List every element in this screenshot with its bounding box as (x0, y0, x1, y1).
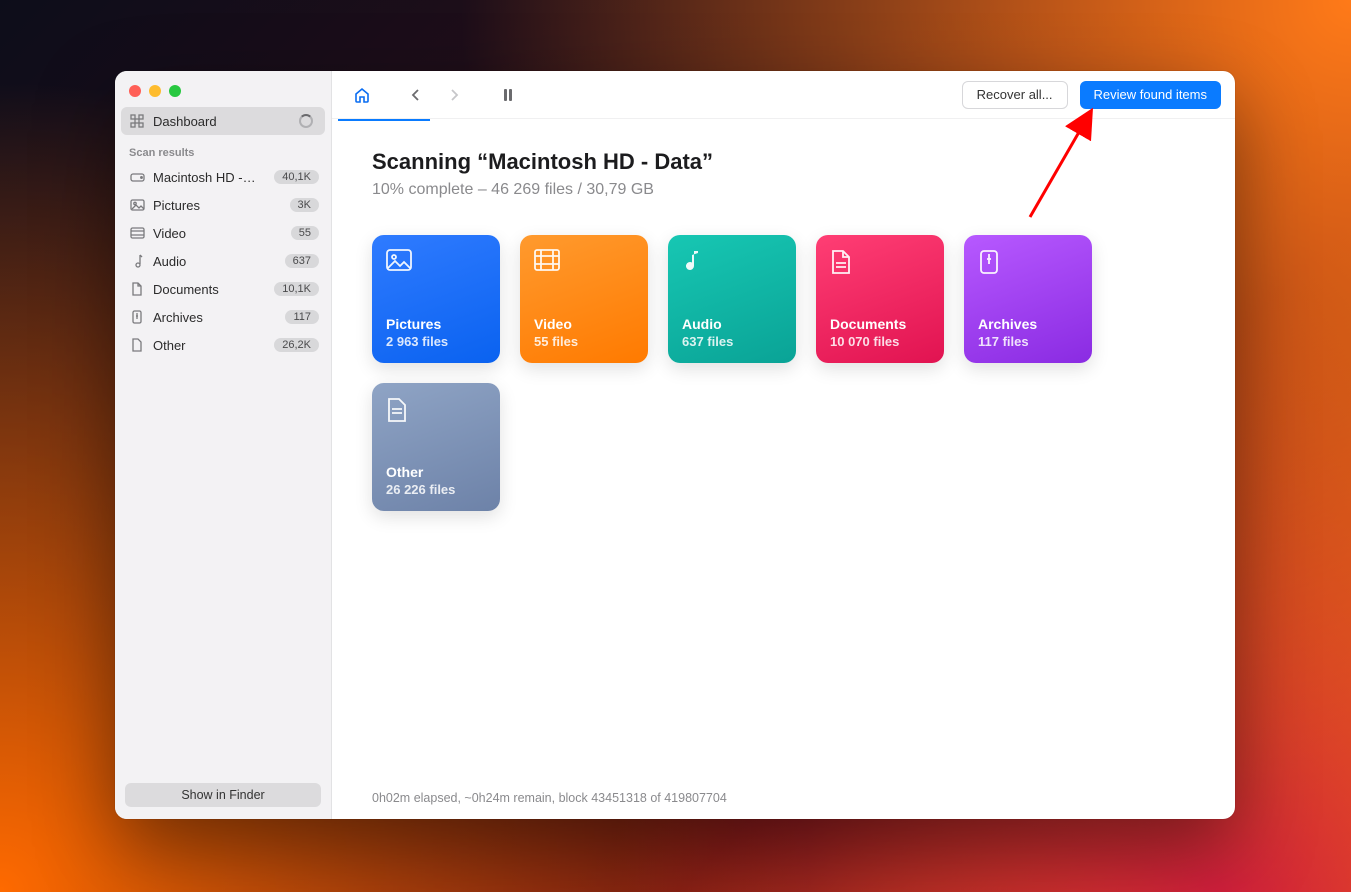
card-title: Video (534, 316, 634, 332)
count-badge: 55 (291, 226, 319, 240)
document-icon (830, 249, 856, 275)
music-note-icon (682, 249, 708, 275)
sidebar-item-label: Audio (153, 254, 277, 269)
sidebar: Dashboard Scan results Macintosh HD -… 4… (115, 71, 332, 819)
sidebar-item-label: Documents (153, 282, 266, 297)
fullscreen-window-button[interactable] (169, 85, 181, 97)
card-count: 2 963 files (386, 334, 486, 349)
count-badge: 637 (285, 254, 319, 268)
video-icon (129, 225, 145, 241)
music-note-icon (129, 253, 145, 269)
sidebar-item-label: Archives (153, 310, 277, 325)
sidebar-item-label: Pictures (153, 198, 282, 213)
card-archives[interactable]: Archives 117 files (964, 235, 1092, 363)
forward-button[interactable] (438, 81, 470, 109)
scan-title: Scanning “Macintosh HD - Data” (372, 149, 1235, 175)
card-pictures[interactable]: Pictures 2 963 files (372, 235, 500, 363)
category-cards: Pictures 2 963 files Video 55 files Audi… (372, 235, 1132, 511)
home-icon (353, 86, 371, 104)
film-icon (534, 249, 560, 275)
card-count: 10 070 files (830, 334, 930, 349)
scan-subtitle: 10% complete – 46 269 files / 30,79 GB (372, 181, 1235, 199)
sidebar-item-pictures[interactable]: Pictures 3K (115, 191, 331, 219)
card-title: Other (386, 464, 486, 480)
image-icon (386, 249, 412, 275)
file-icon (129, 337, 145, 353)
window-controls (115, 71, 331, 107)
count-badge: 117 (285, 310, 319, 324)
card-title: Documents (830, 316, 930, 332)
app-window: Dashboard Scan results Macintosh HD -… 4… (115, 71, 1235, 819)
count-badge: 10,1K (274, 282, 319, 296)
sidebar-item-archives[interactable]: Archives 117 (115, 303, 331, 331)
sidebar-item-audio[interactable]: Audio 637 (115, 247, 331, 275)
main-panel: Recover all... Review found items Scanni… (332, 71, 1235, 819)
count-badge: 3K (290, 198, 319, 212)
card-count: 637 files (682, 334, 782, 349)
sidebar-item-dashboard[interactable]: Dashboard (121, 107, 325, 135)
chevron-right-icon (447, 88, 461, 102)
card-video[interactable]: Video 55 files (520, 235, 648, 363)
review-found-items-button[interactable]: Review found items (1080, 81, 1221, 109)
sidebar-item-other[interactable]: Other 26,2K (115, 331, 331, 359)
sidebar-item-label: Video (153, 226, 283, 241)
chevron-left-icon (409, 88, 423, 102)
sidebar-item-label: Macintosh HD -… (153, 170, 266, 185)
archive-icon (129, 309, 145, 325)
document-icon (129, 281, 145, 297)
card-title: Archives (978, 316, 1078, 332)
card-count: 26 226 files (386, 482, 486, 497)
sidebar-section-label: Scan results (115, 135, 331, 163)
card-title: Pictures (386, 316, 486, 332)
card-title: Audio (682, 316, 782, 332)
sidebar-footer: Show in Finder (115, 775, 331, 819)
file-icon (386, 397, 412, 423)
scan-status: 0h02m elapsed, ~0h24m remain, block 4345… (372, 791, 727, 805)
toolbar: Recover all... Review found items (332, 71, 1235, 119)
archive-icon (978, 249, 1004, 275)
content-area: Scanning “Macintosh HD - Data” 10% compl… (332, 121, 1235, 819)
sidebar-item-label: Dashboard (153, 114, 291, 129)
sidebar-item-label: Other (153, 338, 266, 353)
recover-all-button[interactable]: Recover all... (962, 81, 1068, 109)
home-button[interactable] (346, 81, 378, 109)
count-badge: 40,1K (274, 170, 319, 184)
card-count: 55 files (534, 334, 634, 349)
count-badge: 26,2K (274, 338, 319, 352)
pause-icon (502, 88, 514, 102)
sidebar-item-video[interactable]: Video 55 (115, 219, 331, 247)
sidebar-item-macintosh-hd[interactable]: Macintosh HD -… 40,1K (115, 163, 331, 191)
pause-button[interactable] (492, 81, 524, 109)
image-icon (129, 197, 145, 213)
card-other[interactable]: Other 26 226 files (372, 383, 500, 511)
back-button[interactable] (400, 81, 432, 109)
loading-spinner-icon (299, 114, 313, 128)
drive-icon (129, 169, 145, 185)
close-window-button[interactable] (129, 85, 141, 97)
grid-icon (129, 113, 145, 129)
card-count: 117 files (978, 334, 1078, 349)
sidebar-item-documents[interactable]: Documents 10,1K (115, 275, 331, 303)
card-documents[interactable]: Documents 10 070 files (816, 235, 944, 363)
show-in-finder-button[interactable]: Show in Finder (125, 783, 321, 807)
card-audio[interactable]: Audio 637 files (668, 235, 796, 363)
minimize-window-button[interactable] (149, 85, 161, 97)
